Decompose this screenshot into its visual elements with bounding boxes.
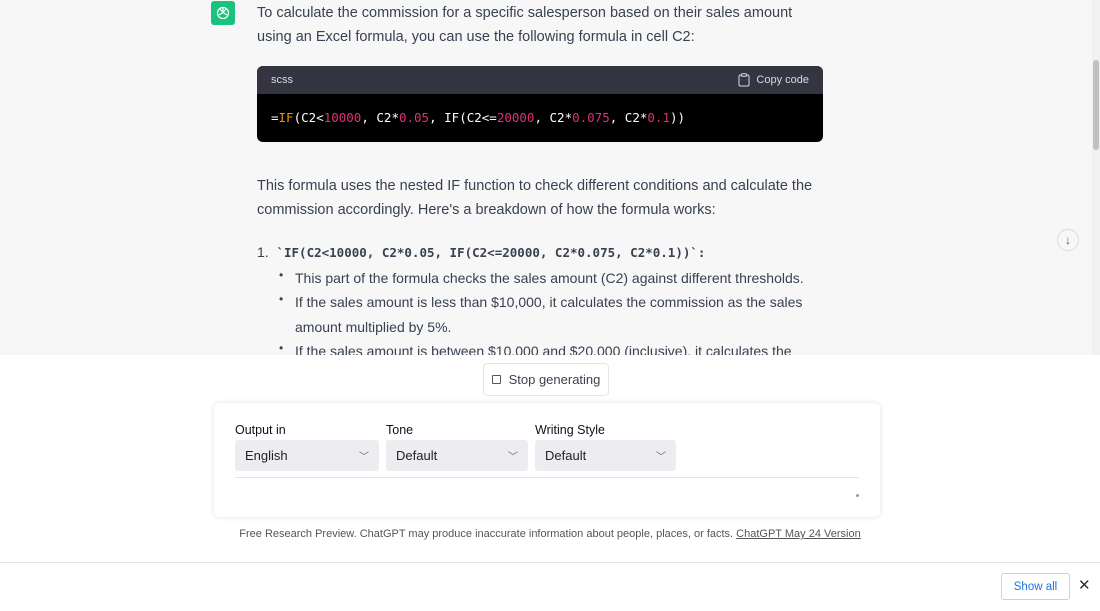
copy-code-button[interactable]: Copy code <box>738 73 809 87</box>
breakdown-list: 1. `IF(C2<10000, C2*0.05, IF(C2<=20000, … <box>257 240 817 355</box>
intro-text: To calculate the commission for a specif… <box>257 5 793 45</box>
chatgpt-logo-icon <box>211 1 235 25</box>
chat-area: To calculate the commission for a specif… <box>0 0 1092 355</box>
writing-style-select[interactable]: Default ﹀ <box>535 440 676 471</box>
code-block: scss Copy code =IF(C2<10000, C2*0.05, IF… <box>257 66 823 142</box>
send-indicator <box>856 494 859 497</box>
clipboard-icon <box>738 73 750 87</box>
bullet: If the sales amount is between $10,000 a… <box>279 336 817 355</box>
stop-icon <box>491 375 501 384</box>
show-all-button[interactable]: Show all <box>1001 573 1070 600</box>
scrollbar[interactable] <box>1092 0 1100 355</box>
download-bar: Show all ✕ <box>0 562 1100 611</box>
chevron-down-icon: ﹀ <box>656 452 666 463</box>
footer-disclaimer: Free Research Preview. ChatGPT may produ… <box>239 528 861 540</box>
output-language-select[interactable]: English ﹀ <box>235 440 379 471</box>
chevron-down-icon: ﹀ <box>359 452 369 463</box>
writing-style-field: Writing Style Default ﹀ <box>535 423 676 471</box>
prompt-panel: Output in English ﹀ Tone Default ﹀ Writing… <box>214 403 880 517</box>
stop-generating-button[interactable]: Stop generating <box>483 363 609 396</box>
arrow-down-icon: ↓ <box>1065 233 1071 247</box>
bullet: If the sales amount is less than $10,000… <box>279 287 817 339</box>
code-content: =IF(C2<10000, C2*0.05, IF(C2<=20000, C2*… <box>271 110 686 125</box>
list-item: 1. `IF(C2<10000, C2*0.05, IF(C2<=20000, … <box>257 240 817 355</box>
version-link[interactable]: ChatGPT May 24 Version <box>736 528 861 540</box>
tone-select[interactable]: Default ﹀ <box>386 440 528 471</box>
bullet: This part of the formula checks the sale… <box>279 263 817 291</box>
chevron-down-icon: ﹀ <box>508 452 518 463</box>
tone-field: Tone Default ﹀ <box>386 423 528 471</box>
list-item-heading: `IF(C2<10000, C2*0.05, IF(C2<=20000, C2*… <box>276 245 706 260</box>
explanation-text: This formula uses the nested IF function… <box>257 178 813 218</box>
code-language: scss <box>271 74 293 86</box>
output-language-field: Output in English ﹀ <box>235 423 379 471</box>
scroll-down-button[interactable]: ↓ <box>1057 229 1079 251</box>
divider <box>235 477 859 478</box>
close-icon[interactable]: ✕ <box>1078 576 1091 594</box>
